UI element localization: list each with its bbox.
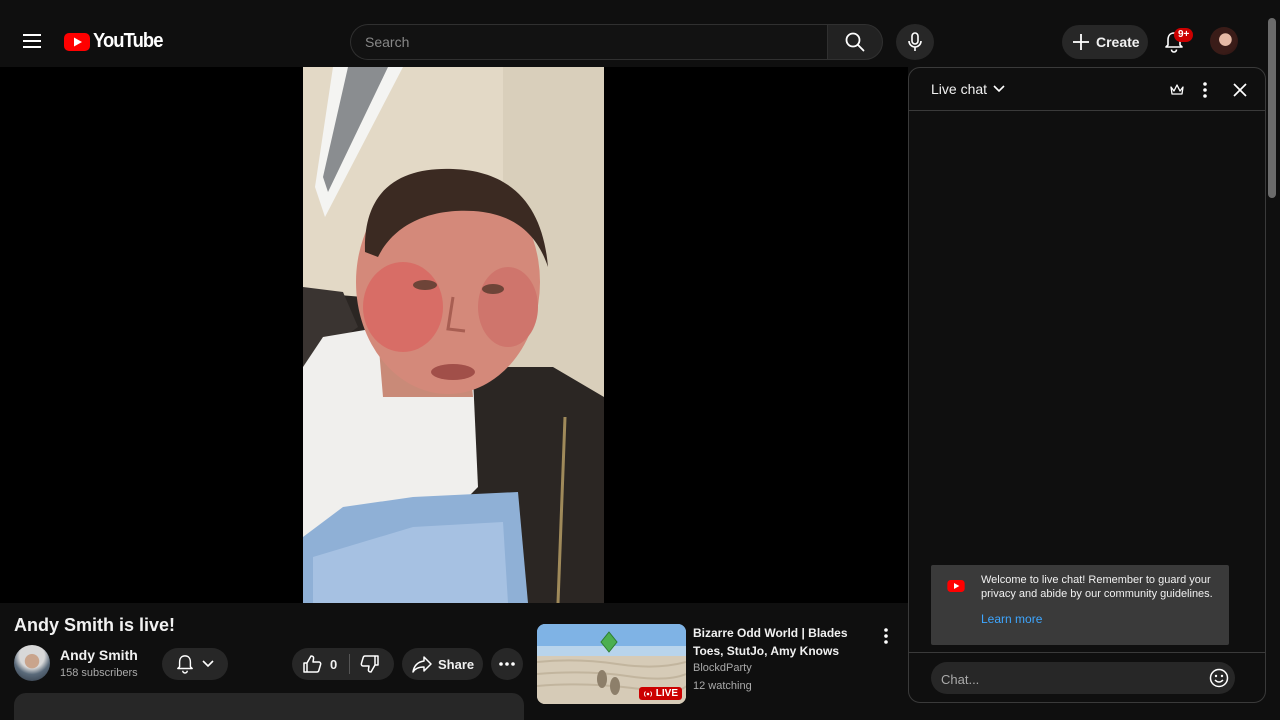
mic-icon [908, 32, 922, 51]
youtube-logo-icon [947, 580, 965, 592]
emoji-icon[interactable] [1209, 668, 1229, 688]
close-icon [1233, 83, 1247, 97]
recommended-thumbnail[interactable]: LIVE [537, 624, 686, 704]
share-button[interactable]: Share [402, 648, 483, 680]
search-button[interactable] [827, 24, 883, 60]
create-button[interactable]: Create [1062, 25, 1148, 59]
chat-crown-button[interactable] [1167, 80, 1187, 100]
more-vert-icon [884, 628, 888, 644]
video-frame[interactable] [303, 67, 604, 603]
account-avatar[interactable] [1210, 27, 1238, 55]
logo-text: YouTube [93, 30, 163, 52]
more-vert-icon [1203, 82, 1207, 98]
video-still [303, 67, 604, 603]
chevron-down-icon [993, 85, 1005, 93]
search-input[interactable] [351, 25, 827, 59]
page-scrollbar[interactable] [1268, 18, 1276, 198]
recommended-viewers: 12 watching [693, 680, 752, 692]
voice-search-button[interactable] [896, 24, 934, 60]
live-broadcast-icon [643, 690, 652, 697]
like-count: 0 [330, 656, 338, 672]
notification-badge: 9+ [1174, 28, 1194, 42]
live-chat-panel: Live chat Welcome to live chat! Remember… [908, 67, 1266, 703]
chat-input[interactable] [931, 662, 1213, 696]
chat-mode-label: Live chat [931, 81, 988, 97]
chat-input-area [909, 652, 1265, 702]
chat-mode-dropdown[interactable]: Live chat [931, 81, 1005, 97]
learn-more-link[interactable]: Learn more [981, 612, 1042, 626]
create-label: Create [1096, 34, 1140, 50]
video-title: Andy Smith is live! [14, 615, 176, 635]
chevron-down-icon [202, 660, 214, 668]
masthead: YouTube Create 9+ [0, 0, 1280, 66]
menu-icon [23, 34, 41, 48]
like-dislike-group: 0 [292, 648, 394, 680]
more-actions-button[interactable] [491, 648, 523, 680]
recommended-title[interactable]: Bizarre Odd World | Blades Toes, StutJo,… [693, 624, 853, 660]
thumb-down-icon [360, 655, 379, 673]
chat-welcome-message: Welcome to live chat! Remember to guard … [931, 565, 1229, 645]
live-badge: LIVE [638, 687, 682, 700]
menu-button[interactable] [16, 25, 48, 57]
subscription-notifications-button[interactable] [162, 648, 228, 680]
thumb-up-icon [303, 655, 322, 673]
description-box[interactable] [14, 693, 524, 720]
recommended-channel[interactable]: BlockdParty [693, 662, 752, 674]
plus-icon [1073, 34, 1089, 50]
crown-icon [1170, 84, 1184, 95]
more-horiz-icon [499, 662, 515, 666]
bell-icon [177, 655, 193, 674]
youtube-logo-icon [64, 32, 90, 51]
chat-options-button[interactable] [1195, 80, 1215, 100]
live-label: LIVE [655, 688, 678, 699]
chat-close-button[interactable] [1230, 80, 1250, 100]
recommended-menu-button[interactable] [876, 626, 896, 646]
like-button[interactable]: 0 [292, 648, 351, 680]
share-arrow-icon [412, 656, 432, 673]
search-box [350, 24, 827, 60]
chat-header: Live chat [909, 68, 1265, 111]
channel-avatar[interactable] [14, 645, 50, 681]
welcome-text: Welcome to live chat! Remember to guard … [981, 574, 1213, 600]
video-player[interactable] [0, 67, 908, 603]
youtube-logo[interactable]: YouTube [64, 30, 169, 53]
dislike-button[interactable] [350, 648, 390, 680]
channel-name[interactable]: Andy Smith [60, 647, 138, 663]
chat-input-box [931, 662, 1235, 696]
subscriber-count: 158 subscribers [60, 667, 138, 679]
share-label: Share [438, 656, 475, 672]
search-icon [845, 32, 865, 52]
